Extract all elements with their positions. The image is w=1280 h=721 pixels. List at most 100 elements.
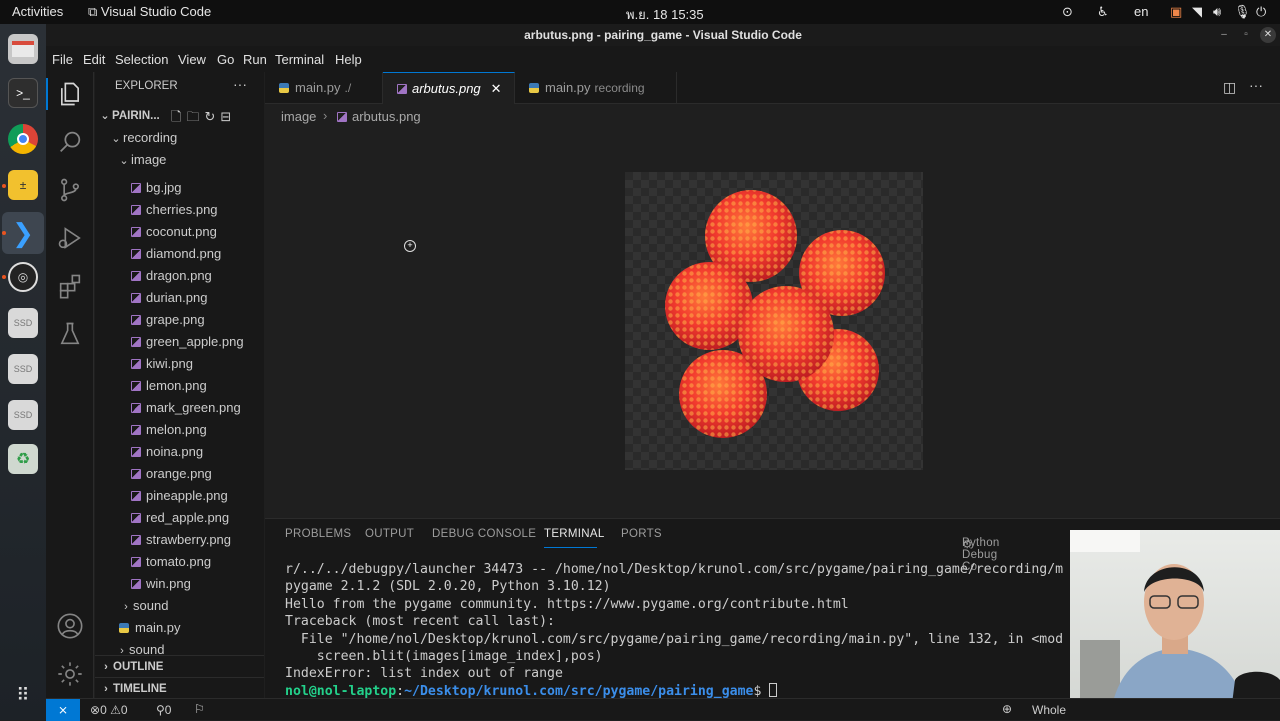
panel-tab-problems[interactable]: PROBLEMS — [285, 528, 351, 540]
power-icon[interactable]: ⏻ — [1256, 4, 1266, 20]
breadcrumb-folder[interactable]: image — [281, 109, 316, 124]
file-mark-green-png[interactable]: mark_green.png — [95, 397, 264, 419]
file-cherries-png[interactable]: cherries.png — [95, 199, 264, 221]
microphone-icon[interactable]: 🎙︎ — [1234, 4, 1251, 20]
record-indicator-icon[interactable]: ⊙ — [1062, 4, 1073, 20]
debug-launch-icon[interactable]: ⚐ — [194, 702, 205, 716]
file-bg-jpg[interactable]: bg.jpg — [95, 177, 264, 199]
refresh-icon[interactable]: ↻ — [204, 109, 220, 124]
file-lemon-png[interactable]: lemon.png — [95, 375, 264, 397]
image-preview[interactable] — [625, 172, 923, 470]
run-debug-icon[interactable] — [56, 224, 84, 252]
more-actions-icon[interactable]: ··· — [1249, 77, 1263, 93]
file-melon-png[interactable]: melon.png — [95, 419, 264, 441]
search-icon[interactable] — [56, 128, 84, 156]
show-apps-icon[interactable]: ⠿ — [8, 680, 38, 710]
clock[interactable]: พ.ย. 18 15:35 — [626, 4, 704, 25]
calculator-icon[interactable]: ± — [8, 170, 38, 200]
close-tab-icon[interactable]: ✕ — [491, 81, 502, 96]
minimize-button[interactable]: – — [1216, 27, 1232, 43]
trash-icon[interactable]: ♻ — [8, 444, 38, 474]
menu-go[interactable]: Go — [217, 52, 234, 67]
folder-sound-inner[interactable]: › sound — [95, 595, 264, 617]
tab-arbutus-png[interactable]: arbutus.png ✕ — [383, 72, 515, 104]
maximize-button[interactable]: ▫ — [1238, 27, 1254, 43]
collapse-all-icon[interactable]: ⊟ — [220, 109, 236, 124]
folder-recording[interactable]: ⌄ recording — [95, 127, 264, 149]
menu-edit[interactable]: Edit — [83, 52, 105, 67]
ssd-drive-icon[interactable]: SSD — [8, 308, 38, 338]
tab-main-py-root[interactable]: main.py ./ — [265, 72, 383, 104]
activities-button[interactable]: Activities — [12, 4, 63, 19]
file-dragon-png[interactable]: dragon.png — [95, 265, 264, 287]
terminal-icon[interactable]: >_ — [8, 78, 38, 108]
timeline-section[interactable]: › TIMELINE — [95, 677, 264, 699]
language-indicator[interactable]: en — [1134, 4, 1148, 19]
ssd-drive-icon[interactable]: SSD — [8, 400, 38, 430]
file-coconut-png[interactable]: coconut.png — [95, 221, 264, 243]
panel-tab-ports[interactable]: PORTS — [621, 528, 662, 540]
file-main-py[interactable]: main.py — [95, 617, 264, 639]
file-grape-png[interactable]: grape.png — [95, 309, 264, 331]
source-control-icon[interactable] — [56, 176, 84, 204]
vscode-icon[interactable]: ❯ — [8, 218, 38, 248]
ssd-drive-icon[interactable]: SSD — [8, 354, 38, 384]
new-file-icon[interactable]: 🗋 — [171, 109, 186, 124]
file-green-apple-png[interactable]: green_apple.png — [95, 331, 264, 353]
breadcrumb-file[interactable]: arbutus.png — [337, 109, 421, 124]
new-folder-icon[interactable]: 🗀 — [186, 109, 204, 124]
file-pineapple-png[interactable]: pineapple.png — [95, 485, 264, 507]
file-diamond-png[interactable]: diamond.png — [95, 243, 264, 265]
zoom-mode-label[interactable]: Whole — [1032, 703, 1066, 717]
file-red-apple-png[interactable]: red_apple.png — [95, 507, 264, 529]
file-kiwi-png[interactable]: kiwi.png — [95, 353, 264, 375]
split-editor-icon[interactable]: ◫ — [1223, 79, 1236, 96]
terminal-output[interactable]: r/../../debugpy/launcher 34473 -- /home/… — [285, 561, 1063, 700]
file-label: win.png — [146, 576, 191, 591]
folder-label: image — [131, 152, 167, 167]
ports-indicator[interactable]: ⚲0 — [156, 703, 171, 717]
menu-run[interactable]: Run — [243, 52, 267, 67]
menu-help[interactable]: Help — [335, 52, 362, 67]
file-noina-png[interactable]: noina.png — [95, 441, 264, 463]
files-icon[interactable] — [8, 34, 38, 64]
file-durian-png[interactable]: durian.png — [95, 287, 264, 309]
tray-app-icon[interactable]: ▣ — [1170, 4, 1182, 20]
remote-indicator-icon[interactable]: ⨯ — [46, 699, 80, 721]
file-label: bg.jpg — [146, 180, 182, 195]
image-file-icon — [131, 447, 141, 457]
outline-section[interactable]: › OUTLINE — [95, 655, 264, 677]
chrome-icon[interactable] — [8, 124, 38, 154]
accessibility-icon[interactable]: ♿ — [1097, 4, 1109, 20]
file-label: strawberry.png — [146, 532, 232, 547]
panel-tab-terminal[interactable]: TERMINAL — [544, 528, 605, 540]
panel-tab-debug-console[interactable]: DEBUG CONSOLE — [432, 528, 536, 540]
file-label: main.py — [135, 620, 181, 635]
tab-main-py-recording[interactable]: main.py recording — [515, 72, 677, 104]
running-indicator — [2, 275, 6, 279]
folder-image[interactable]: ⌄ image — [95, 149, 264, 171]
file-orange-png[interactable]: orange.png — [95, 463, 264, 485]
account-icon[interactable] — [56, 612, 84, 640]
extensions-icon[interactable] — [56, 272, 84, 300]
app-menu[interactable]: ⧉ Visual Studio Code — [88, 4, 211, 20]
chevron-right-icon: › — [104, 661, 108, 673]
panel-tab-output[interactable]: OUTPUT — [365, 528, 414, 540]
explorer-icon[interactable] — [56, 80, 84, 108]
zoom-icon[interactable]: ⊕ — [1002, 702, 1012, 716]
volume-icon[interactable]: 🔊︎ — [1213, 4, 1221, 20]
close-window-button[interactable]: ✕ — [1260, 27, 1276, 43]
menu-selection[interactable]: Selection — [115, 52, 168, 67]
more-actions-icon[interactable]: ··· — [233, 76, 247, 92]
menu-terminal[interactable]: Terminal — [275, 52, 324, 67]
settings-gear-icon[interactable] — [56, 660, 84, 688]
problems-indicator[interactable]: ⊗0 ⚠0 — [90, 703, 128, 717]
testing-icon[interactable] — [56, 320, 84, 348]
wifi-icon[interactable]: ◥ — [1192, 4, 1202, 20]
file-tomato-png[interactable]: tomato.png — [95, 551, 264, 573]
menu-view[interactable]: View — [178, 52, 206, 67]
file-strawberry-png[interactable]: strawberry.png — [95, 529, 264, 551]
file-win-png[interactable]: win.png — [95, 573, 264, 595]
menu-file[interactable]: File — [52, 52, 73, 67]
obs-icon[interactable]: ◎ — [8, 262, 38, 292]
